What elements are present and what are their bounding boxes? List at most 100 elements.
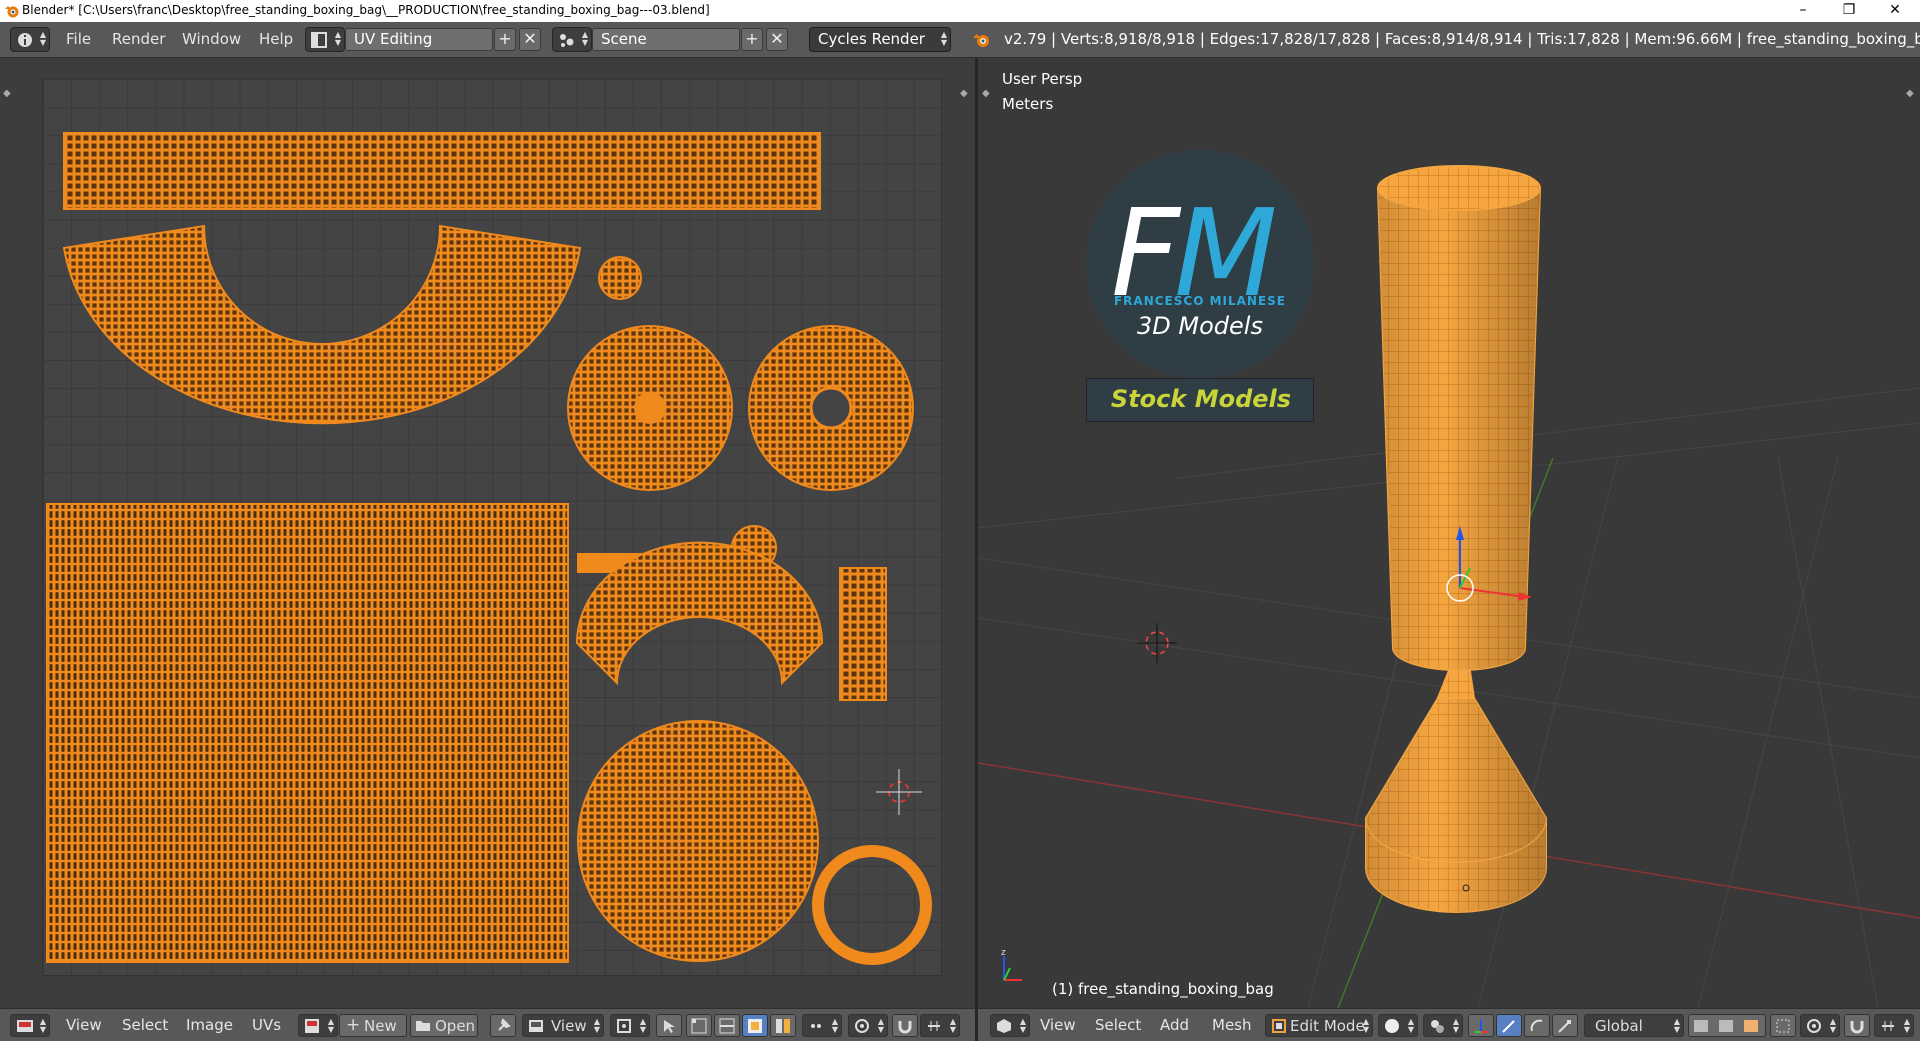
uv-island-ring[interactable] xyxy=(812,845,932,965)
open-image-button[interactable]: Open xyxy=(410,1014,478,1037)
snap-element-select[interactable]: ▲ ▼ xyxy=(920,1014,960,1037)
blender-icon xyxy=(973,34,989,47)
menu-add[interactable]: Add xyxy=(1160,1016,1189,1034)
select-mode-group[interactable] xyxy=(1688,1014,1766,1037)
scene-selector[interactable]: ▲ ▼ xyxy=(552,27,592,52)
open-image-label: Open xyxy=(435,1017,476,1035)
sync-selection-button[interactable] xyxy=(656,1014,682,1037)
layout-icon xyxy=(311,32,327,48)
snap-button[interactable] xyxy=(1844,1014,1870,1037)
menu-mesh[interactable]: Mesh xyxy=(1212,1016,1252,1034)
menu-window[interactable]: Window xyxy=(182,30,241,48)
limit-selection-button[interactable] xyxy=(1770,1014,1796,1037)
add-layout-button[interactable]: + xyxy=(494,28,516,51)
updown-arrows-icon: ▲ ▼ xyxy=(1903,1017,1910,1034)
3d-viewport-header: ▲ ▼ View Select Add Mesh Edit Mode ▲ ▼ ▲ ▼ … xyxy=(978,1008,1920,1041)
transform-orientation-select[interactable]: Global ▲ ▼ xyxy=(1584,1014,1684,1037)
image-browse-button[interactable]: ▲ ▼ xyxy=(298,1014,338,1037)
pin-icon xyxy=(498,1018,511,1031)
fm-logo-tagline: 3D Models xyxy=(1137,312,1263,340)
updown-arrows-icon: ▲ ▼ xyxy=(334,30,341,47)
delete-scene-button[interactable]: ✕ xyxy=(766,28,788,51)
manipulator-toggle[interactable] xyxy=(1468,1014,1494,1037)
uv-island-small-circle[interactable] xyxy=(598,256,642,300)
editor-type-button[interactable]: ▲ ▼ xyxy=(10,27,50,52)
uv-island-strip[interactable] xyxy=(63,132,821,210)
face-select-icon xyxy=(748,1019,762,1033)
close-button[interactable]: ✕ xyxy=(1872,0,1918,22)
image-browse-icon xyxy=(305,1019,319,1033)
pivot-select[interactable]: ▲ ▼ xyxy=(610,1014,650,1037)
menu-image[interactable]: Image xyxy=(186,1016,233,1034)
face-select-button[interactable] xyxy=(742,1014,768,1037)
editor-type-button[interactable]: ▲ ▼ xyxy=(990,1014,1030,1037)
menu-select[interactable]: Select xyxy=(1095,1016,1141,1034)
proportional-edit-select[interactable]: ▲ ▼ xyxy=(848,1014,888,1037)
properties-toggle[interactable]: ◆ xyxy=(960,88,968,99)
sticky-mode-icon xyxy=(811,1024,821,1028)
3d-cursor-icon[interactable] xyxy=(1132,623,1182,673)
3d-viewport[interactable]: ◆ ◆ User Persp Meters FM FRANCESCO MILAN… xyxy=(978,58,1920,1008)
menu-uvs[interactable]: UVs xyxy=(252,1016,281,1034)
uv-island-large-grid[interactable] xyxy=(46,503,569,963)
new-image-button[interactable]: + New xyxy=(339,1014,407,1037)
sticky-select-mode[interactable]: ▲ ▼ xyxy=(802,1014,842,1037)
svg-text:z: z xyxy=(1001,948,1006,958)
render-engine-select[interactable]: Cycles Render ▲ ▼ xyxy=(809,27,951,52)
edge-select-button[interactable] xyxy=(714,1014,740,1037)
menu-help[interactable]: Help xyxy=(259,30,293,48)
updown-arrows-icon: ▲ ▼ xyxy=(1407,1017,1414,1034)
snap-element-select[interactable]: ▲ ▼ xyxy=(1874,1014,1914,1037)
limit-selection-icon xyxy=(1776,1019,1790,1033)
updown-arrows-icon: ▲ ▼ xyxy=(1019,1017,1026,1034)
stock-models-banner: Stock Models xyxy=(1086,378,1314,422)
editor-type-button[interactable]: ▲ ▼ xyxy=(10,1014,50,1037)
blender-logo-icon xyxy=(5,6,19,18)
orientation-label: Global xyxy=(1595,1017,1643,1035)
uv-islands[interactable] xyxy=(42,78,942,976)
toolshelf-toggle[interactable]: ◆ xyxy=(3,88,11,99)
menu-view[interactable]: View xyxy=(66,1016,102,1034)
add-scene-button[interactable]: + xyxy=(741,28,763,51)
island-select-button[interactable] xyxy=(770,1014,796,1037)
scene-name-field[interactable]: Scene xyxy=(592,28,740,51)
layout-name-field[interactable]: UV Editing xyxy=(345,28,493,51)
delete-layout-button[interactable]: ✕ xyxy=(519,28,541,51)
translate-manipulator-button[interactable] xyxy=(1496,1014,1522,1037)
rotate-manipulator-button[interactable] xyxy=(1524,1014,1550,1037)
proportional-edit-icon xyxy=(855,1019,869,1033)
updown-arrows-icon: ▲ ▼ xyxy=(327,1017,334,1034)
stock-models-text: Stock Models xyxy=(1110,385,1292,413)
snap-button[interactable] xyxy=(892,1014,918,1037)
minimize-button[interactable]: – xyxy=(1780,0,1826,22)
mode-select[interactable]: Edit Mode ▲ ▼ xyxy=(1265,1014,1373,1037)
folder-icon xyxy=(416,1021,430,1031)
menu-file[interactable]: File xyxy=(66,30,91,48)
fm-logo-name: FRANCESCO MILANESE xyxy=(1113,294,1287,308)
shading-select[interactable]: ▲ ▼ xyxy=(1378,1014,1418,1037)
edit-mode-icon xyxy=(1272,1019,1286,1033)
menu-view[interactable]: View xyxy=(1040,1016,1076,1034)
uv-island-arc[interactable] xyxy=(62,224,582,425)
2d-cursor-icon[interactable] xyxy=(876,769,922,815)
uv-island-narrow-strip[interactable] xyxy=(839,567,887,701)
vertex-select-button[interactable] xyxy=(686,1014,712,1037)
maximize-button[interactable]: ❐ xyxy=(1826,0,1872,22)
uv-island-big-disc[interactable] xyxy=(577,720,819,962)
menu-select[interactable]: Select xyxy=(122,1016,168,1034)
layout-selector[interactable]: ▲ ▼ xyxy=(305,27,345,52)
uv-editor[interactable]: ◆ ◆ xyxy=(0,58,975,1008)
render-engine-label: Cycles Render xyxy=(818,30,925,48)
updown-arrows-icon: ▲ ▼ xyxy=(1673,1017,1680,1034)
boxing-bag-mesh[interactable] xyxy=(1298,98,1598,978)
island-select-icon xyxy=(776,1019,790,1033)
menu-render[interactable]: Render xyxy=(112,30,165,48)
scale-manipulator-button[interactable] xyxy=(1552,1014,1578,1037)
proportional-edit-select[interactable]: ▲ ▼ xyxy=(1800,1014,1840,1037)
updown-arrows-icon: ▲ ▼ xyxy=(831,1017,838,1034)
pivot-point-select[interactable]: ▲ ▼ xyxy=(1423,1014,1463,1037)
snap-increment-icon xyxy=(1882,1021,1894,1031)
plus-icon: + xyxy=(346,1015,361,1035)
pin-button[interactable] xyxy=(490,1014,516,1037)
display-mode-select[interactable]: View ▲ ▼ xyxy=(522,1014,604,1037)
